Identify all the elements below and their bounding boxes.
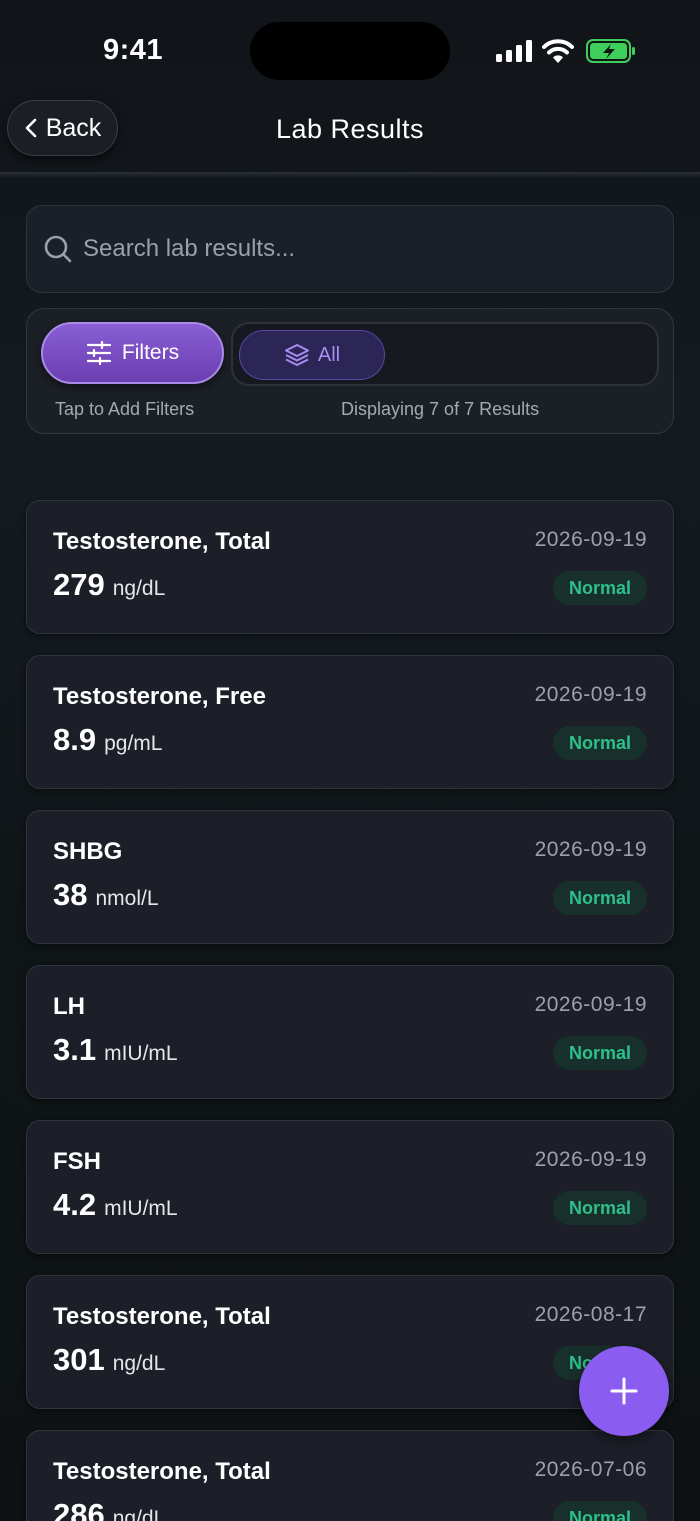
value-number: 3.1 [53,1032,97,1067]
filter-chip-row: All [231,322,659,386]
result-card[interactable]: LH 2026-09-19 3.1 mIU/mL Normal [26,965,674,1099]
value-number: 286 [53,1497,105,1521]
result-card[interactable]: FSH 2026-09-19 4.2 mIU/mL Normal [26,1120,674,1254]
status-badge: Normal [553,1501,647,1521]
filters-label: Filters [121,341,180,364]
filters-button[interactable]: Filters [41,322,224,384]
test-value: 4.2 mIU/mL [53,1187,178,1223]
result-count: Displaying 7 of 7 Results [341,399,540,419]
nav-header: Back Lab Results [0,98,700,178]
battery-charging-icon [586,39,635,63]
search-icon [44,235,72,263]
test-date: 2026-08-17 [534,1303,647,1326]
value-number: 279 [53,567,105,602]
sliders-icon [86,341,112,365]
test-name: Testosterone, Total [53,1303,271,1330]
test-date: 2026-07-06 [534,1458,647,1481]
test-name: SHBG [53,838,123,865]
value-number: 38 [53,877,88,912]
value-number: 8.9 [53,722,97,757]
status-badge: Normal [553,1191,647,1225]
status-badge: Normal [553,881,647,915]
filter-panel: Filters All Tap to Add Filters Displayin… [26,308,674,434]
result-card[interactable]: Testosterone, Total 2026-08-17 301 ng/dL… [26,1275,674,1409]
layers-icon [284,344,309,366]
test-name: LH [53,993,85,1020]
value-unit: ng/dL [112,1352,166,1375]
plus-icon [610,1377,638,1405]
test-date: 2026-09-19 [534,683,647,706]
value-unit: ng/dL [112,577,166,600]
status-badge: Normal [553,726,647,760]
value-unit: mIU/mL [104,1197,178,1220]
filter-hint: Tap to Add Filters [55,399,195,419]
test-value: 8.9 pg/mL [53,722,162,758]
signal-icon [496,40,532,62]
value-number: 4.2 [53,1187,97,1222]
test-name: Testosterone, Total [53,528,271,555]
status-bar: 9:41 [0,0,700,100]
result-card[interactable]: Testosterone, Total 2026-09-19 279 ng/dL… [26,500,674,634]
header-divider [0,172,700,178]
test-date: 2026-09-19 [534,993,647,1016]
value-number: 301 [53,1342,105,1377]
test-name: Testosterone, Total [53,1458,271,1485]
result-card[interactable]: Testosterone, Total 2026-07-06 286 ng/dL… [26,1430,674,1521]
test-value: 279 ng/dL [53,567,165,603]
test-value: 301 ng/dL [53,1342,165,1378]
result-card[interactable]: Testosterone, Free 2026-09-19 8.9 pg/mL … [26,655,674,789]
add-result-button[interactable] [579,1346,669,1436]
test-date: 2026-09-19 [534,528,647,551]
value-unit: ng/dL [112,1507,166,1521]
test-name: Testosterone, Free [53,683,266,710]
search-input[interactable] [83,235,643,263]
test-name: FSH [53,1148,101,1175]
value-unit: mIU/mL [104,1042,178,1065]
value-unit: pg/mL [104,732,163,755]
chip-all-label: All [317,343,341,366]
wifi-icon [542,39,574,63]
status-badge: Normal [553,1036,647,1070]
test-date: 2026-09-19 [534,1148,647,1171]
search-bar[interactable] [26,205,674,293]
value-unit: nmol/L [95,887,159,910]
status-time: 9:41 [103,34,164,66]
test-value: 3.1 mIU/mL [53,1032,178,1068]
status-badge: Normal [553,571,647,605]
test-value: 286 ng/dL [53,1497,165,1521]
test-date: 2026-09-19 [534,838,647,861]
dynamic-island [250,22,450,80]
chip-all[interactable]: All [239,330,385,380]
test-value: 38 nmol/L [53,877,159,913]
page-title: Lab Results [275,114,425,144]
result-card[interactable]: SHBG 2026-09-19 38 nmol/L Normal [26,810,674,944]
